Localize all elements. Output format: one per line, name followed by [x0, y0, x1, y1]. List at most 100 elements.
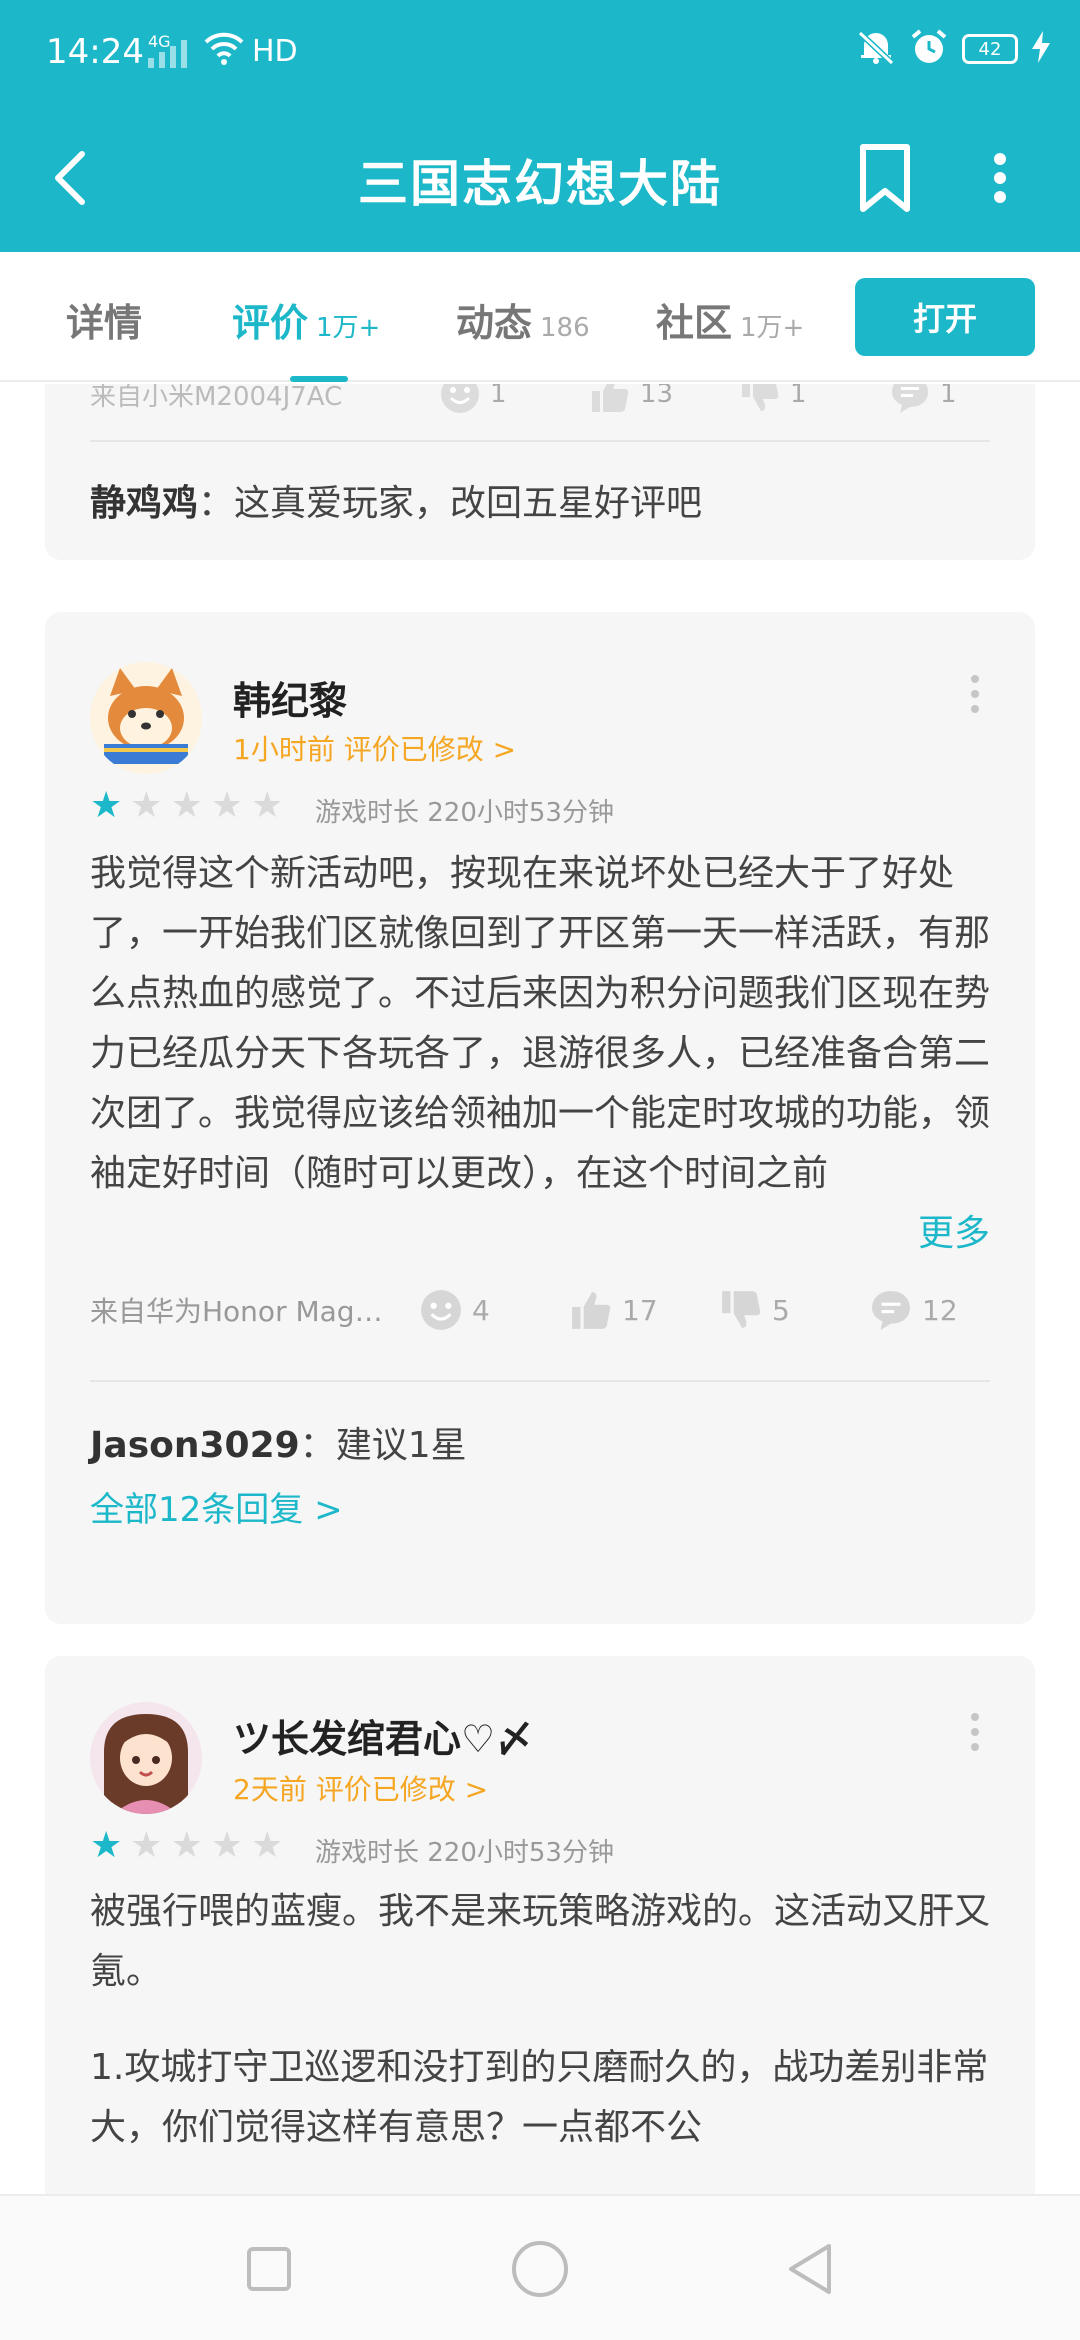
divider [90, 1380, 990, 1382]
review-feed[interactable]: 来自小米M2004J7AC 1 13 1 1 静鸡鸡：这真爱玩家，改回五星好评吧 [0, 384, 1080, 2194]
mute-icon [856, 29, 896, 69]
funny-stat[interactable]: 4 [420, 1289, 570, 1331]
page-title: 三国志幻想大陆 [358, 155, 722, 213]
system-nav-bar [0, 2194, 1080, 2340]
battery-indicator: 42 [962, 34, 1018, 64]
expand-more-link[interactable]: 更多 [857, 1204, 990, 1264]
shiba-avatar-icon [90, 662, 202, 774]
anime-girl-avatar-icon [90, 1702, 202, 1814]
smile-icon [441, 384, 479, 413]
review-body[interactable]: 我觉得这个新活动吧，按现在来说坏处已经大于了好处了，一开始我们区就像回到了开区第… [90, 844, 990, 1204]
device-source: 来自小米M2004J7AC [90, 384, 343, 412]
comment-count: 12 [922, 1293, 958, 1327]
review-body[interactable]: 被强行喂的蓝瘦。我不是来玩策略游戏的。这活动又肝又氪。 [90, 1882, 990, 2002]
review-username[interactable]: ツ长发绾君心♡〆 [233, 1708, 533, 1763]
divider [90, 440, 990, 442]
tab-count: 1万+ [316, 313, 381, 343]
dislike-stat[interactable]: 5 [720, 1289, 870, 1331]
wifi-icon [204, 30, 244, 70]
comment-stat[interactable]: 12 [870, 1289, 958, 1331]
dislike-stat[interactable]: 1 [740, 384, 890, 414]
all-replies-link[interactable]: 全部12条回复 > [90, 1482, 343, 1531]
dislike-count: 1 [790, 384, 807, 409]
comment-icon [892, 384, 928, 413]
review-footer: 来自华为Honor Mag… 4 17 5 12 [90, 1280, 990, 1340]
tab-activity[interactable]: 动态 186 [456, 292, 590, 347]
hd-indicator: HD [252, 34, 298, 69]
status-time: 14:24 [46, 32, 144, 72]
review-menu-button[interactable] [955, 664, 995, 724]
review-time-meta[interactable]: 1小时前 评价已修改 > [233, 728, 516, 768]
cellular-signal-icon: 4G [148, 32, 187, 68]
review-card: 韩纪黎 1小时前 评价已修改 > ★ ★ ★ ★ ★ 游戏时长 220小时53分钟 我觉… [45, 612, 1035, 1286]
tab-reviews[interactable]: 评价 1万+ [232, 292, 380, 347]
charging-icon [1032, 31, 1050, 67]
review-footer [90, 1090, 990, 1150]
tab-count: 186 [540, 313, 590, 343]
thumbs-up-icon [592, 384, 629, 412]
star-empty-icon: ★ [170, 785, 203, 826]
review-footer: 来自小米M2004J7AC 1 13 1 1 [90, 384, 990, 424]
avatar[interactable] [90, 1702, 202, 1814]
star-empty-icon: ★ [210, 1825, 244, 1866]
like-stat[interactable]: 13 [590, 384, 740, 414]
more-options-button[interactable] [970, 136, 1030, 220]
review-username[interactable]: 韩纪黎 [233, 670, 347, 725]
app-bar: 三国志幻想大陆 [0, 108, 1080, 252]
like-count: 13 [640, 384, 674, 409]
home-button[interactable] [505, 2234, 575, 2304]
tab-details[interactable]: 详情 [66, 292, 150, 347]
star-rating: ★ ★ ★ ★ ★ [90, 1828, 283, 1864]
reply-username[interactable]: Jason3029 [90, 1425, 300, 1466]
more-vertical-icon [994, 153, 1006, 203]
reply-separator: ： [299, 1425, 336, 1466]
circle-icon [512, 2241, 568, 2297]
like-count: 17 [622, 1293, 658, 1327]
dislike-count: 5 [772, 1293, 790, 1327]
reply-preview[interactable]: 静鸡鸡：这真爱玩家，改回五星好评吧 [90, 474, 990, 526]
playtime: 游戏时长 220小时53分钟 [315, 1838, 614, 1868]
status-icons: 42 [856, 28, 1050, 70]
reply-preview[interactable]: Jason3029：建议1星 [90, 1416, 990, 1468]
review-card: 来自小米M2004J7AC 1 13 1 1 静鸡鸡：这真爱玩家，改回五星好评吧 [45, 384, 1035, 560]
review-card: ツ长发绾君心♡〆 2天前 评价已修改 > ★ ★ ★ ★ ★ 游戏时长 220小时53分… [45, 1656, 1035, 2194]
bookmark-button[interactable] [852, 136, 918, 220]
alarm-icon [910, 28, 948, 70]
tab-count: 1万+ [740, 313, 805, 343]
star-filled-icon: ★ [90, 785, 123, 826]
tab-label: 社区 [656, 301, 733, 345]
bookmark-icon [860, 144, 910, 212]
star-empty-icon: ★ [130, 785, 163, 826]
star-empty-icon: ★ [251, 785, 284, 826]
funny-count: 4 [472, 1293, 490, 1327]
star-empty-icon: ★ [170, 1825, 203, 1866]
review-menu-button[interactable] [955, 1702, 995, 1762]
reply-username[interactable]: 静鸡鸡 [90, 483, 198, 524]
recents-button[interactable] [234, 2234, 304, 2304]
comment-icon [872, 1291, 910, 1330]
star-rating: ★ ★ ★ ★ ★ [90, 788, 283, 824]
tab-label: 详情 [66, 301, 143, 345]
like-stat[interactable]: 17 [570, 1289, 720, 1331]
smile-icon [421, 1290, 461, 1330]
thumbs-down-icon [722, 1291, 761, 1328]
comment-stat[interactable]: 1 [890, 384, 957, 414]
playtime: 游戏时长 220小时53分钟 [315, 798, 614, 828]
review-card-footer: 来自华为Honor Mag… 4 17 5 12 Jason3029：建议1星 … [45, 1270, 1035, 1624]
review-body-paragraph[interactable]: 1.攻城打守卫巡逻和没打到的只磨耐久的，战功差别非常大，你们觉得这样有意思？一点… [90, 2038, 990, 2158]
triangle-back-icon [789, 2244, 831, 2294]
network-type: 4G [148, 32, 171, 51]
open-button[interactable]: 打开 [855, 278, 1035, 356]
back-nav-button[interactable] [775, 2234, 845, 2304]
active-tab-indicator [290, 376, 348, 382]
comment-count: 1 [940, 384, 957, 409]
square-icon [247, 2247, 291, 2291]
app-header: 14:24 4G HD 42 三国志幻想大陆 [0, 0, 1080, 252]
tab-community[interactable]: 社区 1万+ [656, 292, 804, 347]
tab-label: 评价 [232, 301, 309, 345]
funny-stat[interactable]: 1 [440, 384, 590, 414]
review-time-meta[interactable]: 2天前 评价已修改 > [233, 1768, 488, 1808]
star-empty-icon: ★ [210, 785, 244, 826]
star-empty-icon: ★ [130, 1825, 163, 1866]
avatar[interactable] [90, 662, 202, 774]
